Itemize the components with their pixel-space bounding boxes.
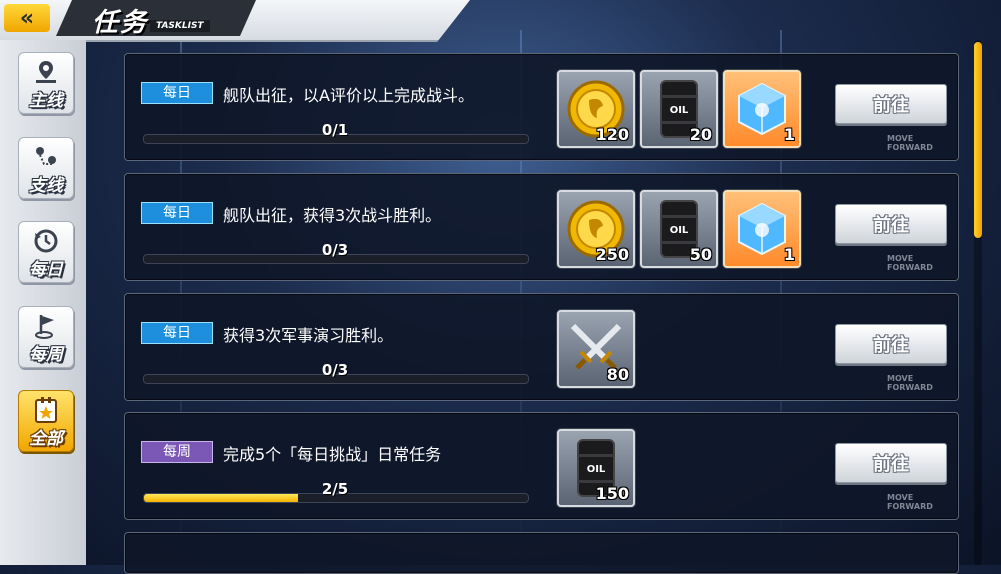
map-pin-icon [31,58,61,86]
page-subtitle: TASKLIST [150,20,210,32]
task-description: 舰队出征，获得3次战斗胜利。 [223,206,442,225]
reward-quantity: 1 [783,245,795,264]
task-progress-text: 0/1 [321,121,349,139]
go-button[interactable]: 前往 [835,443,947,483]
task-tag-daily: 每日 [141,202,213,224]
task-card: 每日 舰队出征，获得3次战斗胜利。 0/3 250 OIL 50 1 前往 MO… [124,173,959,281]
task-card-partial [124,532,959,574]
reward-item[interactable]: OIL 50 [640,190,718,268]
sidebar-item-label: 主线 [29,91,63,111]
sidebar-item-label: 每周 [29,345,63,365]
task-description: 获得3次军事演习胜利。 [223,326,394,345]
task-progress-text: 2/5 [321,480,349,498]
go-button-caption: MOVE FORWARD [887,493,933,511]
svg-text:OIL: OIL [587,464,606,475]
task-card: 每日 获得3次军事演习胜利。 0/3 80 前往 MOVE FORWARD [124,293,959,401]
reward-quantity: 250 [595,245,629,264]
task-card: 每周 完成5个「每日挑战」日常任务 2/5 OIL 150 前往 MOVE FO… [124,412,959,520]
flag-icon [31,312,61,340]
reward-item[interactable]: OIL 150 [557,429,635,507]
task-tag-daily: 每日 [141,82,213,104]
task-tag-weekly: 每周 [141,441,213,463]
reward-quantity: 120 [595,125,629,144]
double-chevron-left-icon: « [19,5,35,31]
svg-text:OIL: OIL [670,105,689,116]
reward-quantity: 80 [606,365,629,384]
route-pins-icon [31,143,61,171]
go-button[interactable]: 前往 [835,84,947,124]
reward-item[interactable]: 80 [557,310,635,388]
task-progress-fill [144,494,298,502]
reward-item[interactable]: 1 [723,190,801,268]
reward-item[interactable]: 1 [723,70,801,148]
sidebar-item-daily[interactable]: 每日 [18,221,74,283]
scrollbar-thumb[interactable] [974,42,982,238]
task-tag-daily: 每日 [141,322,213,344]
star-document-icon [31,396,61,424]
task-progress-text: 0/3 [321,241,349,259]
sidebar: 主线 支线 每日 每周 全部 [0,40,86,565]
task-description: 完成5个「每日挑战」日常任务 [223,445,442,464]
reward-item[interactable]: 250 [557,190,635,268]
page-title: 任务 [92,8,149,38]
task-description: 舰队出征，以A评价以上完成战斗。 [223,86,474,105]
sidebar-item-weekly[interactable]: 每周 [18,306,74,368]
go-button-caption: MOVE FORWARD [887,134,933,152]
sidebar-item-label: 全部 [29,429,63,449]
reward-quantity: 50 [689,245,712,264]
reward-quantity: 1 [783,125,795,144]
sidebar-item-label: 每日 [29,260,63,280]
clock-history-icon [31,227,61,255]
sidebar-item-side[interactable]: 支线 [18,137,74,199]
svg-text:OIL: OIL [670,225,689,236]
sidebar-item-label: 支线 [29,176,63,196]
reward-item[interactable]: 120 [557,70,635,148]
go-button-caption: MOVE FORWARD [887,254,933,272]
reward-item[interactable]: OIL 20 [640,70,718,148]
task-card: 每日 舰队出征，以A评价以上完成战斗。 0/1 120 OIL 20 1 前往 … [124,53,959,161]
go-button[interactable]: 前往 [835,204,947,244]
reward-quantity: 20 [689,125,712,144]
back-button[interactable]: « [4,4,50,32]
reward-quantity: 150 [595,484,629,503]
go-button[interactable]: 前往 [835,324,947,364]
header: « 任务 TASKLIST [0,0,1001,42]
task-progress-text: 0/3 [321,361,349,379]
sidebar-item-all[interactable]: 全部 [18,390,74,452]
go-button-caption: MOVE FORWARD [887,374,933,392]
sidebar-item-main[interactable]: 主线 [18,52,74,114]
